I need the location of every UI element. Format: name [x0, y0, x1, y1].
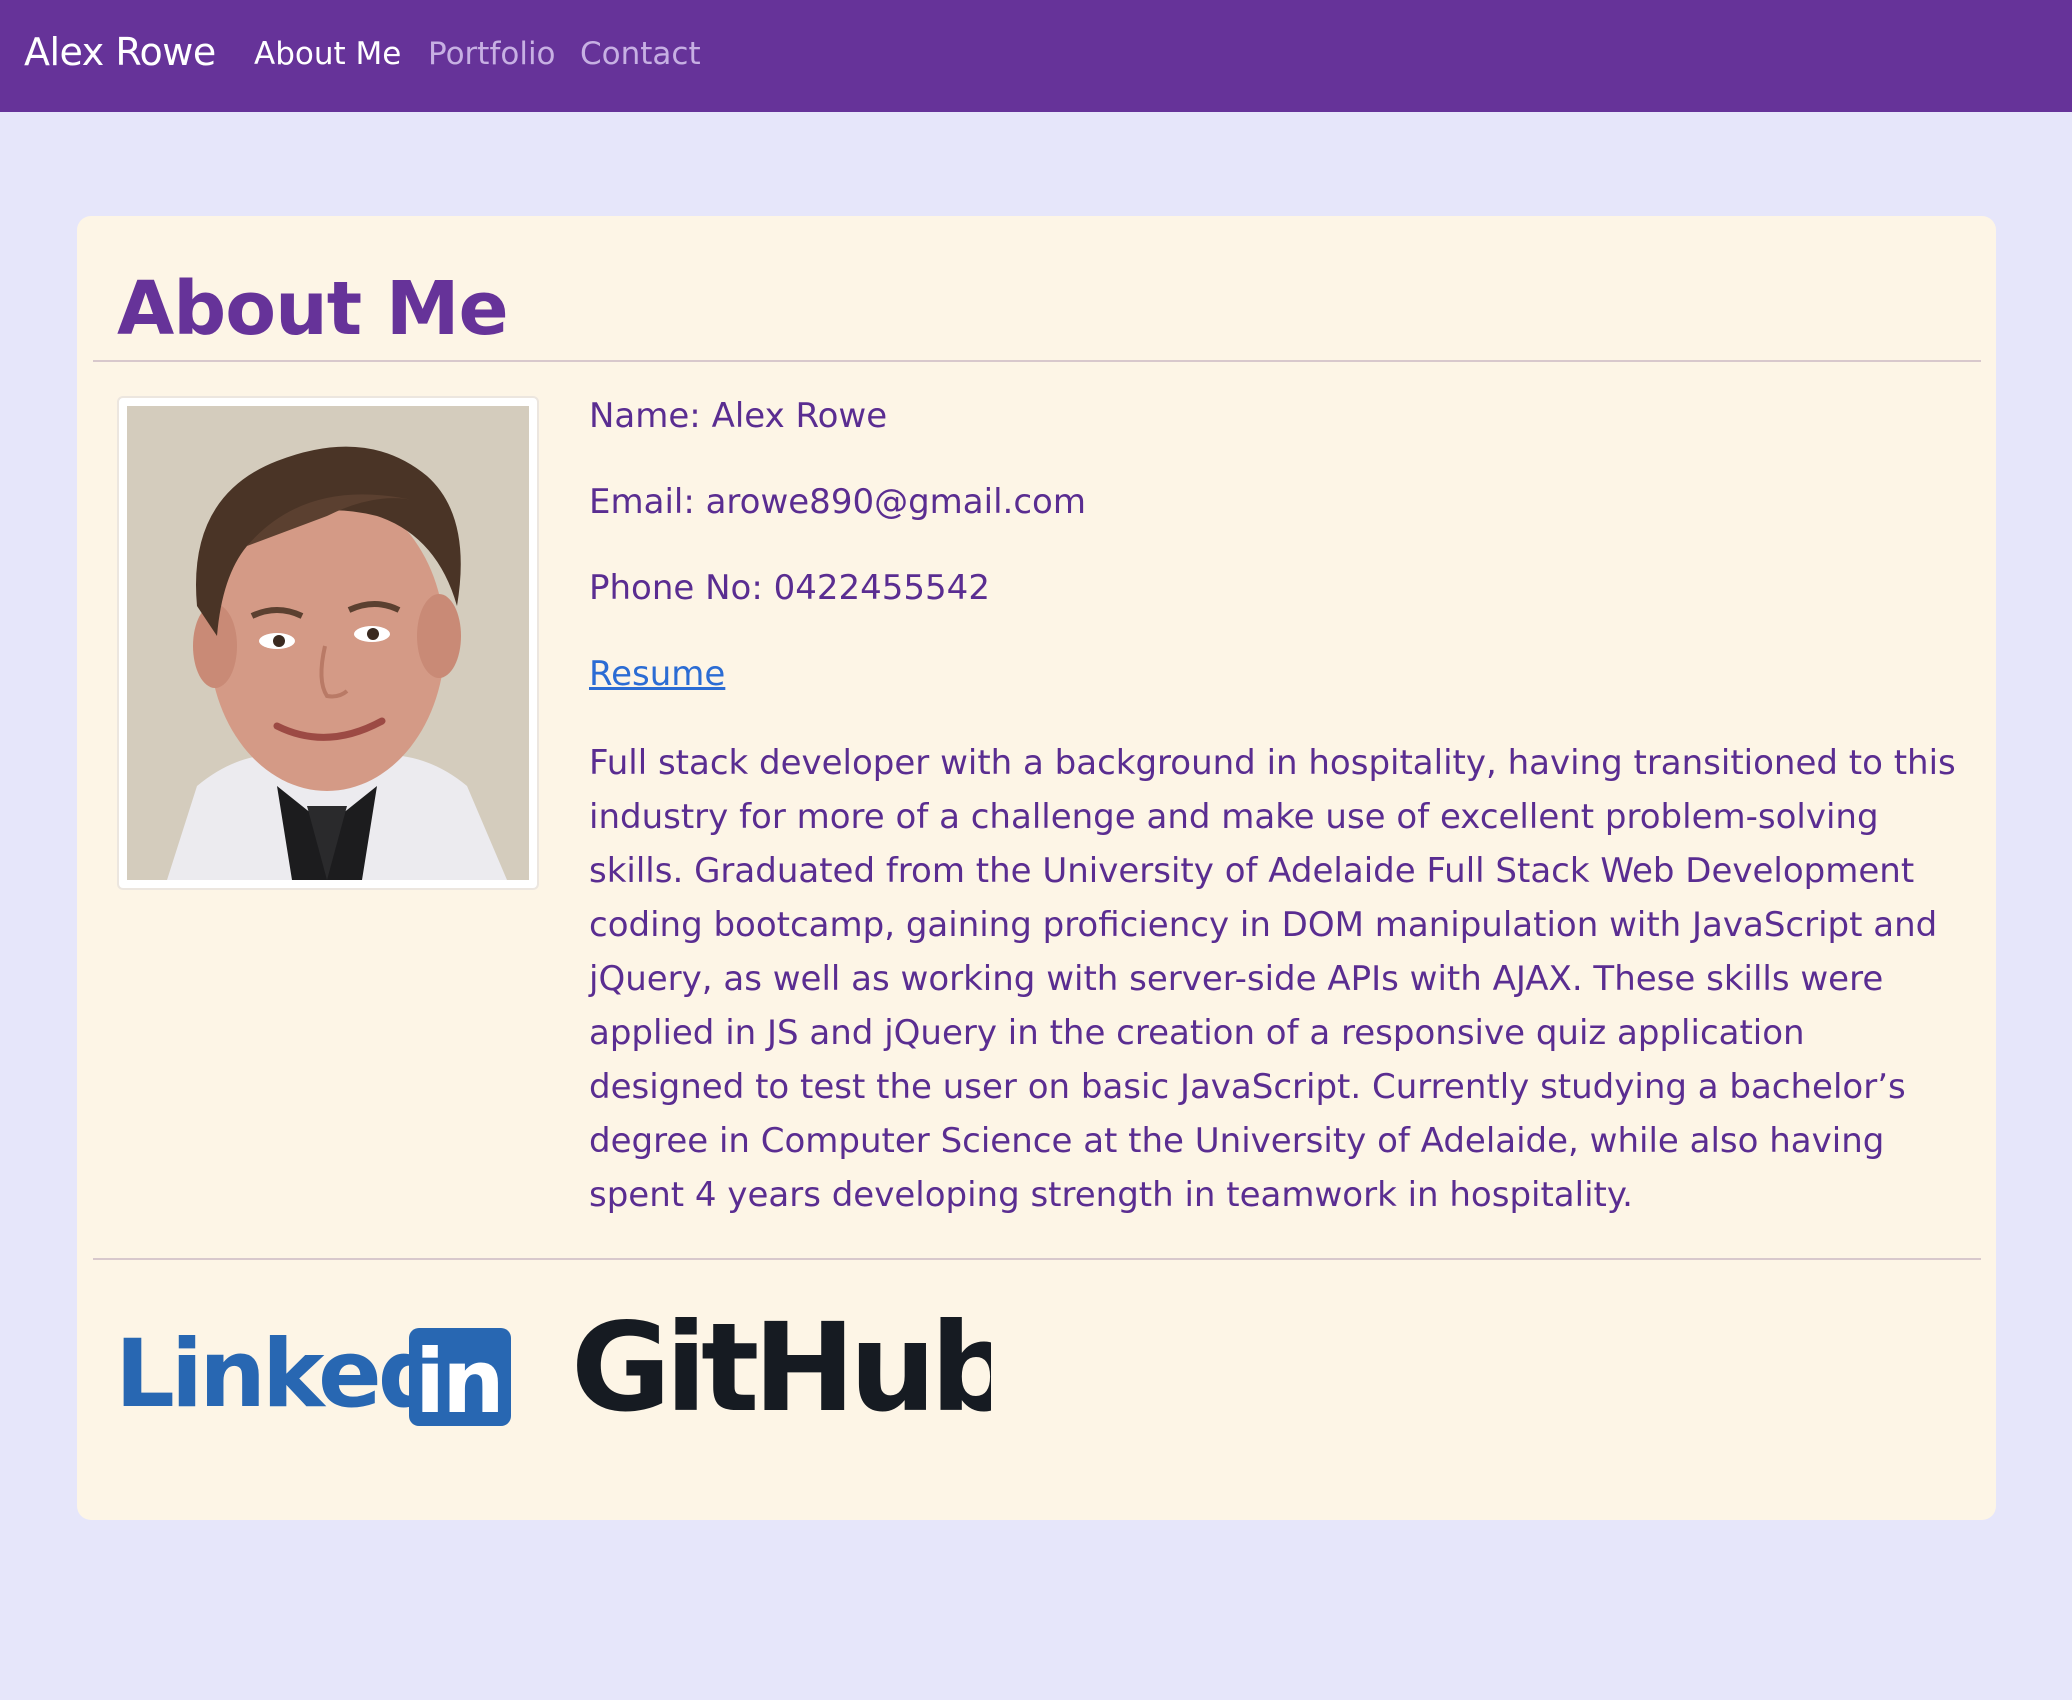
- nav-link-portfolio[interactable]: Portfolio: [428, 36, 556, 72]
- navbar: Alex Rowe About Me Portfolio Contact: [0, 0, 2072, 112]
- nav-link-about-me[interactable]: About Me: [254, 36, 401, 72]
- svg-text:Linked: Linked: [115, 1320, 441, 1426]
- page-title: About Me: [117, 266, 509, 352]
- svg-text:GitHub: GitHub: [571, 1297, 991, 1426]
- title-divider: [93, 360, 1981, 362]
- nav-link-contact[interactable]: Contact: [580, 36, 701, 72]
- linkedin-logo[interactable]: Linked in: [115, 1306, 535, 1426]
- profile-photo-frame: [117, 396, 539, 890]
- github-logo[interactable]: GitHub: [571, 1296, 991, 1426]
- svg-text:in: in: [415, 1330, 502, 1426]
- phone-line: Phone No: 0422455542: [589, 568, 990, 608]
- brand-link[interactable]: Alex Rowe: [24, 30, 216, 74]
- footer-divider: [93, 1258, 1981, 1260]
- name-line: Name: Alex Rowe: [589, 396, 888, 436]
- resume-link[interactable]: Resume: [589, 654, 725, 694]
- email-line: Email: arowe890@gmail.com: [589, 482, 1086, 522]
- bio-paragraph: Full stack developer with a background i…: [589, 743, 1956, 1215]
- profile-photo: [127, 406, 529, 880]
- about-card: About Me Name: Alex Rowe Email: arowe890…: [77, 216, 1996, 1520]
